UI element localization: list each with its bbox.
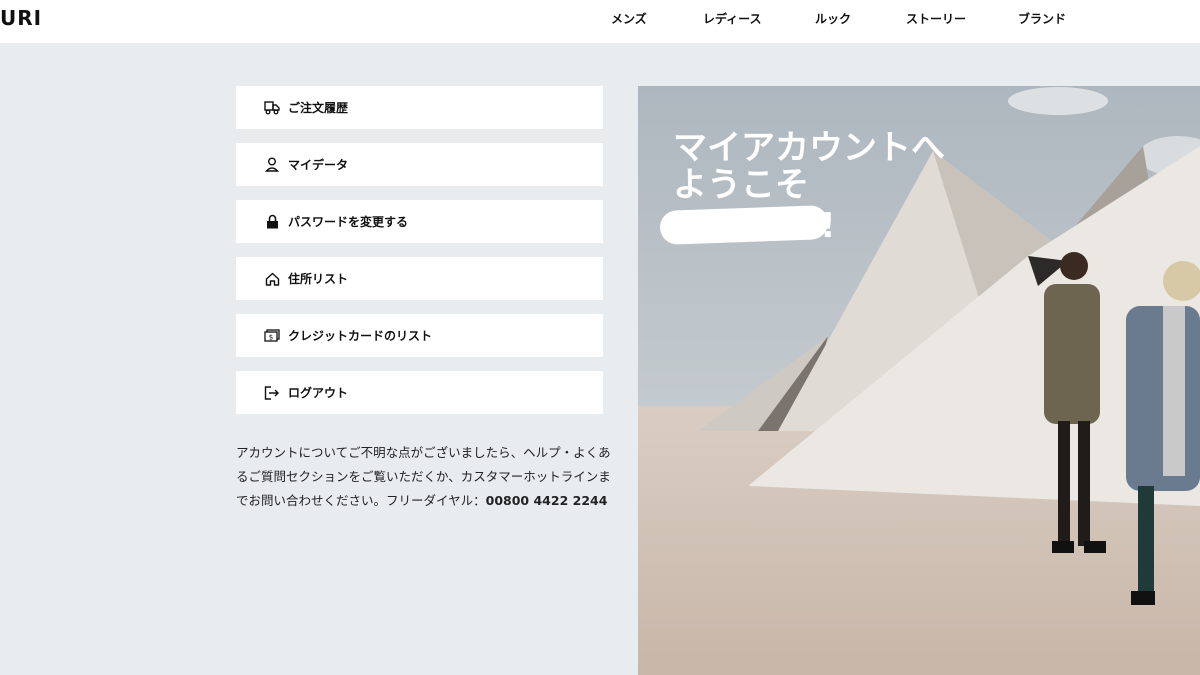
- brand-logo[interactable]: URI: [0, 6, 42, 30]
- hero-image: マイアカウントへ ようこそ !: [638, 86, 1200, 675]
- welcome-exclamation: !: [820, 206, 836, 246]
- nav-brand[interactable]: ブランド: [1018, 10, 1066, 27]
- welcome-heading: マイアカウントへ ようこそ: [673, 130, 945, 204]
- menu-credit-cards[interactable]: $ クレジットカードのリスト: [236, 314, 603, 357]
- nav-mens[interactable]: メンズ: [611, 10, 647, 27]
- menu-label: ご注文履歴: [288, 101, 349, 115]
- welcome-line-1: マイアカウントへ: [673, 128, 945, 168]
- nav-ladies[interactable]: レディース: [703, 10, 762, 27]
- menu-label: クレジットカードのリスト: [288, 329, 433, 343]
- logout-icon: [264, 385, 280, 401]
- menu-label: パスワードを変更する: [288, 215, 409, 229]
- help-text: アカウントについてご不明な点がございましたら、ヘルプ・よくあるご質問セクションを…: [236, 441, 616, 513]
- redacted-username: [659, 205, 829, 245]
- hotline-number[interactable]: 00800 4422 2244: [486, 493, 608, 508]
- menu-my-data[interactable]: マイデータ: [236, 143, 603, 186]
- truck-icon: [264, 100, 280, 116]
- menu-address-list[interactable]: 住所リスト: [236, 257, 603, 300]
- menu-order-history[interactable]: ご注文履歴: [236, 86, 603, 129]
- user-icon: [264, 157, 280, 173]
- welcome-line-2: ようこそ: [673, 165, 809, 205]
- menu-change-password[interactable]: パスワードを変更する: [236, 200, 603, 243]
- lock-icon: [264, 214, 280, 230]
- nav-story[interactable]: ストーリー: [906, 10, 966, 27]
- credit-card-icon: $: [264, 328, 280, 344]
- menu-label: マイデータ: [288, 158, 349, 172]
- menu-logout[interactable]: ログアウト: [236, 371, 603, 414]
- menu-label: ログアウト: [288, 386, 349, 400]
- menu-label: 住所リスト: [288, 272, 349, 286]
- site-header: URI メンズ レディース ルック ストーリー ブランド: [0, 0, 1200, 43]
- svg-text:$: $: [269, 334, 273, 342]
- nav-look[interactable]: ルック: [815, 10, 851, 27]
- home-icon: [264, 271, 280, 287]
